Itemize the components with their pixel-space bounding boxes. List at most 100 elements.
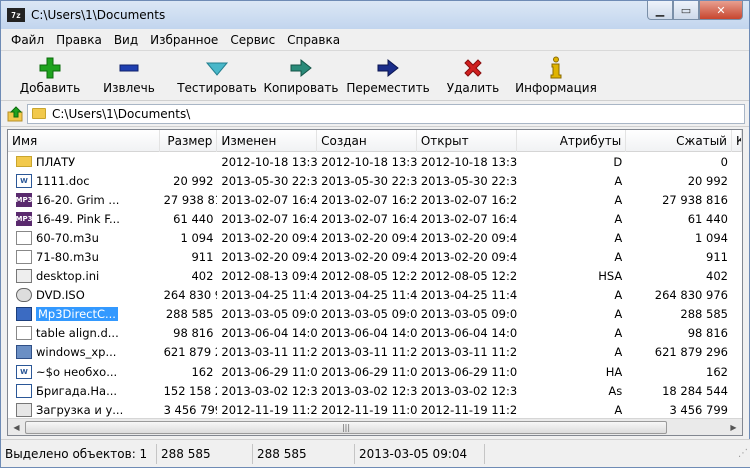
address-input[interactable]: C:\Users\1\Documents\ xyxy=(27,103,745,124)
table-row[interactable]: Бригада.На... 152 158 2082013-03-02 12:34… xyxy=(8,381,742,400)
file-name-cell[interactable]: table align.d... xyxy=(8,326,160,341)
move-button[interactable]: Переместить xyxy=(341,55,435,95)
file-name: Загрузка и у... xyxy=(36,402,124,417)
file-packed: 162 xyxy=(706,364,728,379)
table-row[interactable]: W 1111.doc 20 992 2013-05-30 22:35 2013-05-3… xyxy=(8,171,742,190)
file-attributes: A xyxy=(614,173,623,188)
scroll-left-button[interactable]: ◀ xyxy=(8,419,25,436)
file-packed: 911 xyxy=(706,250,728,265)
scroll-thumb[interactable]: ||| xyxy=(25,420,667,434)
column-header-k[interactable]: К xyxy=(732,130,742,152)
file-modified: 2013-03-02 12:34 xyxy=(221,383,318,398)
delete-button[interactable]: Удалить xyxy=(435,55,511,95)
file-created: 2013-02-07 16:20 xyxy=(321,192,417,207)
file-created: 2013-06-29 11:01 xyxy=(321,364,417,379)
toolbar: Добавить Извлечь Тестировать Копировать … xyxy=(1,51,749,101)
file-opened: 2013-05-30 22:35 xyxy=(420,173,517,188)
file-name-cell[interactable]: Mp3DirectC... xyxy=(8,307,160,322)
add-button[interactable]: Добавить xyxy=(15,55,85,95)
file-list[interactable]: Имя Размер Изменен Создан Открыт Атрибут… xyxy=(7,129,743,436)
maximize-icon: ▭ xyxy=(680,3,692,17)
table-row[interactable]: 71-80.m3u 911 2013-02-20 09:46 2013-02-20 0… xyxy=(8,247,742,266)
file-packed: 3 456 799 xyxy=(669,402,728,417)
app-logo-icon: 7z xyxy=(7,8,25,22)
column-header-name[interactable]: Имя xyxy=(8,130,160,152)
file-opened: 2013-04-25 11:45 xyxy=(420,288,517,303)
resize-grip-icon[interactable]: ⋰ xyxy=(738,448,748,459)
file-name-cell[interactable]: DVD.ISO xyxy=(8,288,160,303)
file-modified: 2013-02-07 16:49 xyxy=(221,211,318,226)
table-row[interactable]: 60-70.m3u 1 094 2013-02-20 09:45 2013-02-20… xyxy=(8,228,742,247)
file-packed: 18 284 544 xyxy=(662,383,728,398)
file-name-cell[interactable]: 71-80.m3u xyxy=(8,250,160,265)
copy-button[interactable]: Копировать xyxy=(261,55,341,95)
file-opened: 2013-02-20 09:46 xyxy=(420,250,517,265)
table-row[interactable]: windows_xp...621 879 2962013-03-11 11:25… xyxy=(8,343,742,362)
column-header-opened[interactable]: Открыт xyxy=(417,130,517,152)
column-header-size[interactable]: Размер xyxy=(160,130,218,152)
scroll-right-button[interactable]: ▶ xyxy=(725,419,742,436)
table-row[interactable]: Загрузка и у... 3 456 799 2012-11-19 11:25… xyxy=(8,400,742,419)
table-row[interactable]: W ~$о необхо... 162 2013-06-29 11:01 2013-06… xyxy=(8,362,742,381)
file-size: 911 xyxy=(191,250,214,265)
close-button[interactable]: ✕ xyxy=(699,1,743,20)
window-title: C:\Users\1\Documents xyxy=(31,8,166,22)
file-name-cell[interactable]: 60-70.m3u xyxy=(8,230,160,245)
up-folder-button[interactable] xyxy=(5,104,27,124)
info-button[interactable]: Информация xyxy=(511,55,601,95)
extract-button[interactable]: Извлечь xyxy=(85,55,173,95)
table-row[interactable]: Mp3DirectC... 288 585 2013-03-05 09:04 2013… xyxy=(8,305,742,324)
column-header-packed[interactable]: Сжатый xyxy=(626,130,732,152)
menu-file[interactable]: Файл xyxy=(5,33,50,47)
file-name-cell[interactable]: MP3 16-20. Grim ... xyxy=(8,192,160,207)
table-row[interactable]: DVD.ISO264 830 9762013-04-25 11:462013-0… xyxy=(8,286,742,305)
table-row[interactable]: table align.d... 98 816 2013-06-04 14:01 20… xyxy=(8,324,742,343)
horizontal-scrollbar[interactable]: ◀ ||| ▶ xyxy=(8,418,742,435)
file-size: 288 585 xyxy=(165,307,214,322)
status-date: 2013-03-05 09:04 xyxy=(355,443,485,464)
file-file-icon xyxy=(16,230,32,245)
file-name: 60-70.m3u xyxy=(36,230,99,245)
test-button[interactable]: Тестировать xyxy=(173,55,261,95)
file-opened: 2013-06-04 14:01 xyxy=(420,326,517,341)
file-name-cell[interactable]: W ~$о необхо... xyxy=(8,364,160,379)
file-name-cell[interactable]: W 1111.doc xyxy=(8,173,160,188)
menu-view[interactable]: Вид xyxy=(108,33,144,47)
file-name: windows_xp... xyxy=(36,345,117,360)
menu-tools[interactable]: Сервис xyxy=(224,33,281,47)
info-icon xyxy=(550,56,562,79)
column-header-modified[interactable]: Изменен xyxy=(217,130,318,152)
file-opened: 2013-03-02 12:32 xyxy=(420,383,517,398)
column-header-created[interactable]: Создан xyxy=(317,130,417,152)
file-packed: 27 938 816 xyxy=(662,192,728,207)
title-bar[interactable]: 7z C:\Users\1\Documents ▁ ▭ ✕ xyxy=(1,1,749,29)
menu-edit[interactable]: Правка xyxy=(50,33,108,47)
minus-icon xyxy=(119,64,139,72)
file-name-cell[interactable]: Загрузка и у... xyxy=(8,402,160,417)
file-created: 2013-02-20 09:45 xyxy=(321,230,417,245)
file-created: 2013-05-30 22:35 xyxy=(321,173,417,188)
file-opened: 2012-11-19 11:23 xyxy=(420,402,517,417)
table-row[interactable]: desktop.ini 402 2012-08-13 09:41 2012-08-05… xyxy=(8,267,742,286)
bmp-file-icon xyxy=(16,345,32,360)
file-name-cell[interactable]: windows_xp... xyxy=(8,345,160,360)
maximize-button[interactable]: ▭ xyxy=(673,1,699,20)
file-name-cell[interactable]: Бригада.На... xyxy=(8,383,160,398)
minimize-button[interactable]: ▁ xyxy=(647,1,673,20)
file-attributes: D xyxy=(613,154,623,169)
file-name-cell[interactable]: MP3 16-49. Pink F... xyxy=(8,211,160,226)
scroll-track[interactable]: ||| xyxy=(25,420,725,435)
column-header-attributes[interactable]: Атрибуты xyxy=(517,130,627,152)
close-icon: ✕ xyxy=(716,3,726,17)
table-row[interactable]: MP3 16-49. Pink F... 61 440 2013-02-07 16:4… xyxy=(8,209,742,228)
copy-label: Копировать xyxy=(263,81,339,95)
delete-label: Удалить xyxy=(446,81,500,95)
file-name: Бригада.На... xyxy=(36,383,118,398)
file-name: ПЛАТУ xyxy=(36,154,76,169)
file-name-cell[interactable]: ПЛАТУ xyxy=(8,155,160,169)
menu-help[interactable]: Справка xyxy=(281,33,346,47)
menu-favorites[interactable]: Избранное xyxy=(144,33,224,47)
file-name-cell[interactable]: desktop.ini xyxy=(8,269,160,284)
table-row[interactable]: ПЛАТУ 2012-10-18 13:31 2012-10-18 13:30 201… xyxy=(8,152,742,171)
table-row[interactable]: MP316-20. Grim ... 27 938 816 2013-02-07 1… xyxy=(8,190,742,209)
